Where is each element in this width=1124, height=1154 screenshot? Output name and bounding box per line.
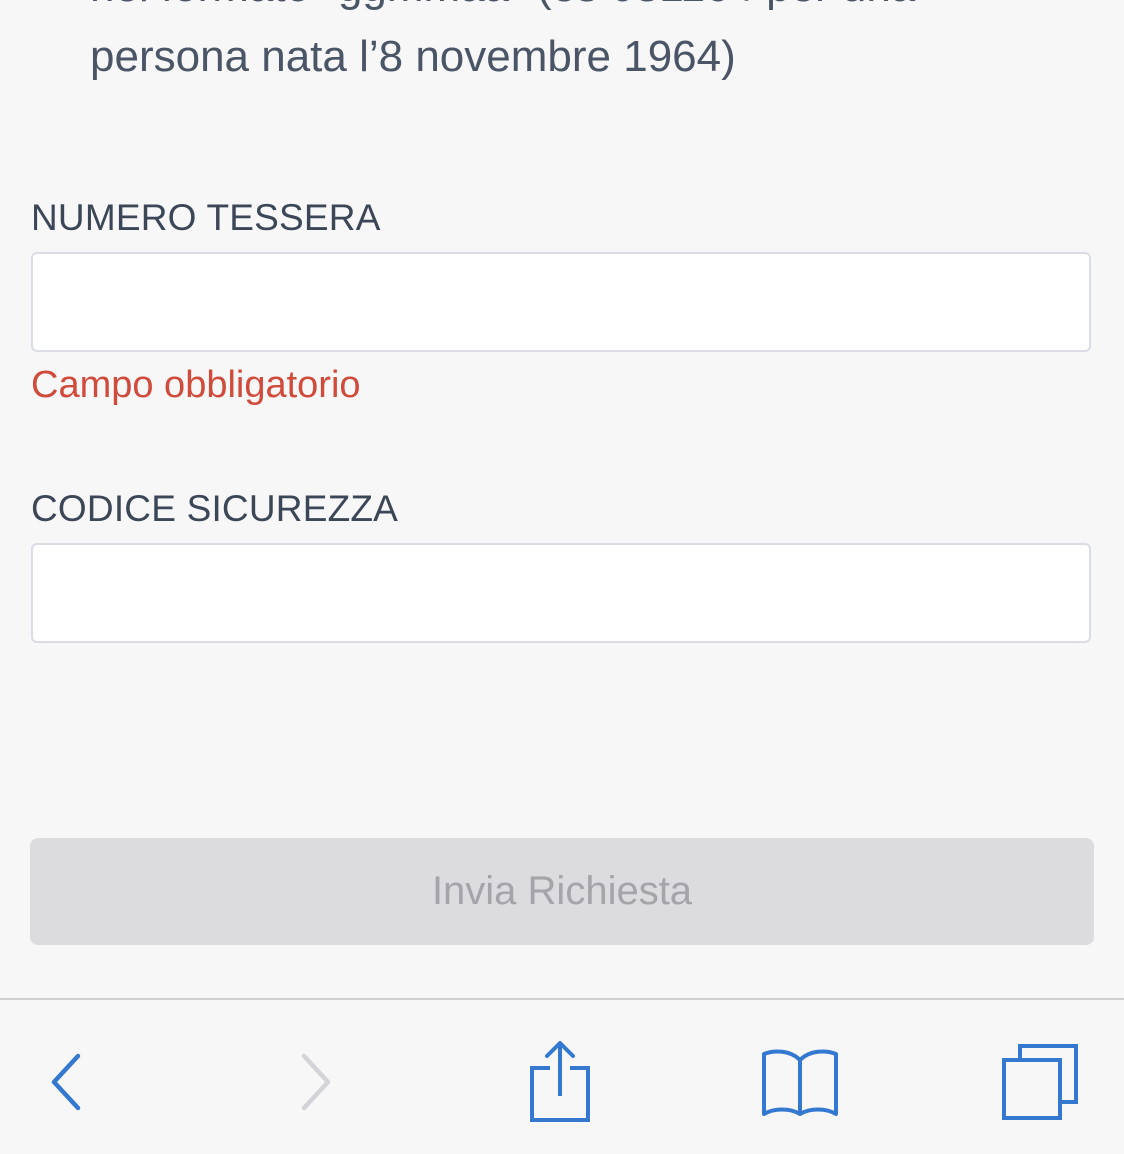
back-button[interactable] bbox=[16, 1032, 116, 1132]
share-button[interactable] bbox=[510, 1032, 610, 1132]
share-icon bbox=[530, 1041, 590, 1122]
browser-toolbar bbox=[0, 998, 1124, 1154]
bookmarks-icon bbox=[762, 1049, 838, 1116]
codice-sicurezza-input[interactable] bbox=[31, 543, 1091, 643]
numero-tessera-label: NUMERO TESSERA bbox=[31, 197, 381, 238]
page: nel formato "ggmmaa" (es 081164 per una … bbox=[0, 0, 1124, 1154]
invia-richiesta-button[interactable]: Invia Richiesta bbox=[30, 838, 1094, 945]
numero-tessera-error: Campo obbligatorio bbox=[31, 364, 361, 406]
codice-sicurezza-label: CODICE SICUREZZA bbox=[31, 488, 399, 529]
tabs-button[interactable] bbox=[990, 1032, 1090, 1132]
tabs-icon bbox=[1002, 1044, 1078, 1120]
numero-tessera-input[interactable] bbox=[31, 252, 1091, 352]
instruction-text: nel formato "ggmmaa" (es 081164 per una … bbox=[90, 0, 1090, 92]
chevron-right-icon bbox=[301, 1053, 331, 1111]
bookmarks-button[interactable] bbox=[750, 1032, 850, 1132]
instruction-line-2: persona nata l’8 novembre 1964) bbox=[90, 32, 736, 81]
chevron-left-icon bbox=[51, 1053, 81, 1111]
forward-button[interactable] bbox=[266, 1032, 366, 1132]
instruction-line-1: nel formato "ggmmaa" (es 081164 per una bbox=[90, 0, 1090, 22]
